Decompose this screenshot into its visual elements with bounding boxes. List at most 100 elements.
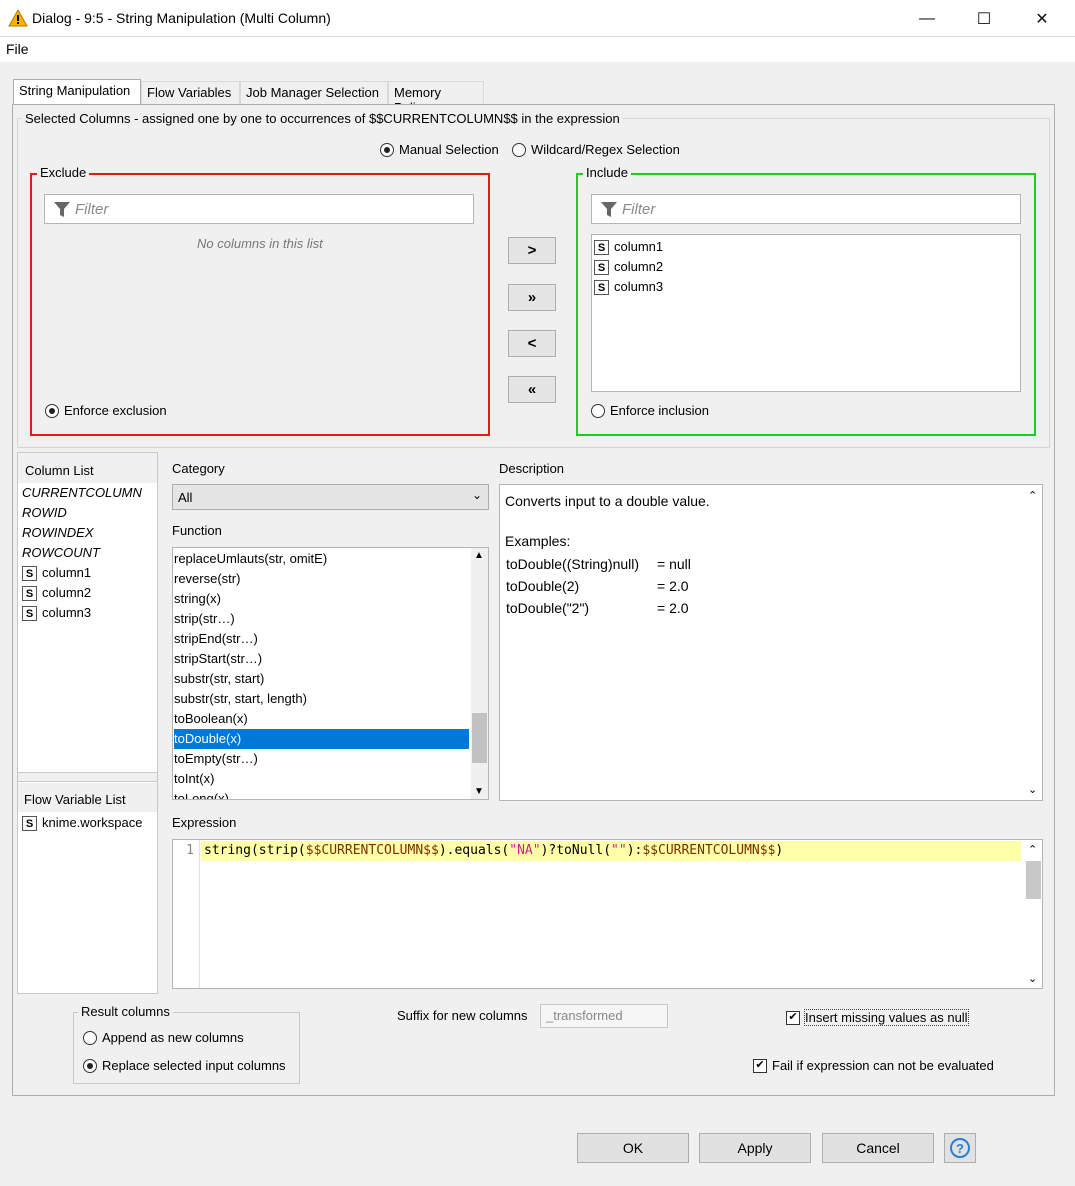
help-button[interactable]: ?: [944, 1133, 976, 1163]
exclude-empty-text: No columns in this list: [197, 236, 323, 251]
flow-variable-list[interactable]: Sknime.workspace: [22, 813, 157, 833]
enforce-exclusion-label: Enforce exclusion: [64, 403, 167, 418]
exclude-title: Exclude: [37, 165, 90, 180]
help-icon: ?: [950, 1138, 970, 1158]
list-item[interactable]: Scolumn3: [22, 603, 152, 623]
category-select[interactable]: All ⌄: [172, 484, 489, 510]
include-item-label: column2: [614, 259, 664, 274]
list-item[interactable]: stripStart(str…): [174, 649, 469, 669]
tab-memory-policy[interactable]: Memory Policy: [388, 81, 484, 115]
list-item[interactable]: string(x): [174, 589, 469, 609]
description-scrollbar[interactable]: ⌃ ⌄: [1025, 485, 1042, 800]
category-value: All: [178, 490, 193, 505]
replace-label: Replace selected input columns: [102, 1058, 286, 1073]
chevron-down-icon[interactable]: ⌄: [1028, 783, 1037, 796]
list-item-selected[interactable]: toDouble(x): [174, 729, 469, 749]
list-item[interactable]: ROWCOUNT: [22, 543, 152, 563]
suffix-label: Suffix for new columns: [397, 1008, 528, 1023]
column-list[interactable]: CURRENTCOLUMN ROWID ROWINDEX ROWCOUNT Sc…: [22, 483, 152, 623]
minimize-button[interactable]: —: [898, 0, 956, 37]
list-item[interactable]: Scolumn1: [594, 237, 1018, 257]
selected-columns-legend: Selected Columns - assigned one by one t…: [22, 111, 623, 126]
enforce-inclusion-radio[interactable]: Enforce inclusion: [591, 403, 709, 418]
list-item[interactable]: Sknime.workspace: [22, 813, 157, 833]
add-button[interactable]: >: [508, 237, 556, 264]
list-item[interactable]: strip(str…): [174, 609, 469, 629]
column-label: column3: [42, 605, 92, 620]
append-label: Append as new columns: [102, 1030, 244, 1045]
add-all-button[interactable]: »: [508, 284, 556, 311]
chevron-up-icon[interactable]: ⌃: [1028, 843, 1037, 856]
list-item[interactable]: ROWID: [22, 503, 152, 523]
column-label: column1: [42, 565, 92, 580]
expression-line[interactable]: string(strip($$CURRENTCOLUMN$$).equals("…: [201, 841, 1021, 861]
menu-file[interactable]: File: [6, 41, 29, 57]
remove-all-button[interactable]: «: [508, 376, 556, 403]
knime-warning-icon: [8, 9, 28, 27]
manual-selection-radio[interactable]: Manual Selection: [380, 142, 499, 157]
list-item[interactable]: replaceUmlauts(str, omitE): [174, 549, 469, 569]
scroll-up-icon[interactable]: ▲: [474, 550, 484, 561]
list-item[interactable]: substr(str, start, length): [174, 689, 469, 709]
remove-button[interactable]: <: [508, 330, 556, 357]
radio-on-icon: [83, 1058, 97, 1073]
enforce-inclusion-label: Enforce inclusion: [610, 403, 709, 418]
list-item[interactable]: toInt(x): [174, 769, 469, 789]
list-item[interactable]: substr(str, start): [174, 669, 469, 689]
chevron-up-icon[interactable]: ⌃: [1028, 489, 1037, 502]
include-list[interactable]: Scolumn1 Scolumn2 Scolumn3: [591, 234, 1021, 392]
list-item[interactable]: Scolumn1: [22, 563, 152, 583]
include-filter-input[interactable]: Filter: [591, 194, 1021, 224]
tab-string-manipulation[interactable]: String Manipulation: [13, 79, 141, 105]
string-type-icon: S: [594, 280, 609, 296]
title-bar: Dialog - 9:5 - String Manipulation (Mult…: [0, 0, 1075, 37]
list-item[interactable]: ROWINDEX: [22, 523, 152, 543]
fail-if-checkbox[interactable]: ✔ Fail if expression can not be evaluated: [753, 1058, 994, 1073]
maximize-button[interactable]: ☐: [955, 0, 1013, 37]
expression-scrollbar[interactable]: ⌃ ⌄: [1025, 840, 1042, 988]
fail-if-label: Fail if expression can not be evaluated: [772, 1058, 994, 1073]
replace-radio[interactable]: Replace selected input columns: [83, 1058, 286, 1073]
enforce-exclusion-radio[interactable]: Enforce exclusion: [45, 403, 167, 418]
line-gutter: 1: [173, 840, 200, 988]
result-columns-legend: Result columns: [78, 1004, 173, 1019]
scroll-down-icon[interactable]: ▼: [474, 786, 484, 797]
append-radio[interactable]: Append as new columns: [83, 1030, 244, 1045]
list-item[interactable]: CURRENTCOLUMN: [22, 483, 152, 503]
close-button[interactable]: ✕: [1013, 0, 1071, 37]
string-type-icon: S: [22, 606, 37, 622]
function-scrollbar[interactable]: ▲ ▼: [471, 548, 488, 799]
exclude-filter-input[interactable]: Filter: [44, 194, 474, 224]
suffix-input[interactable]: _transformed: [540, 1004, 668, 1028]
apply-button[interactable]: Apply: [699, 1133, 811, 1163]
list-item[interactable]: Scolumn2: [594, 257, 1018, 277]
list-item[interactable]: toLong(x): [174, 789, 469, 799]
wildcard-selection-radio[interactable]: Wildcard/Regex Selection: [512, 142, 680, 157]
string-type-icon: S: [594, 260, 609, 276]
expr-variable: $$CURRENTCOLUMN$$: [642, 843, 776, 858]
expr-token: ):: [626, 843, 643, 858]
tab-job-manager[interactable]: Job Manager Selection: [240, 81, 388, 104]
description-examples-title: Examples:: [505, 533, 571, 549]
scroll-thumb[interactable]: [472, 713, 487, 763]
tab-flow-variables[interactable]: Flow Variables: [141, 81, 240, 104]
list-item[interactable]: toEmpty(str…): [174, 749, 469, 769]
list-item[interactable]: Scolumn2: [22, 583, 152, 603]
list-item[interactable]: Scolumn3: [594, 277, 1018, 297]
expression-editor[interactable]: 1 string(strip($$CURRENTCOLUMN$$).equals…: [172, 839, 1043, 989]
function-list[interactable]: replaceUmlauts(str, omitE) reverse(str) …: [172, 547, 489, 800]
insert-missing-checkbox[interactable]: ✔ Insert missing values as null: [786, 1009, 969, 1026]
ok-button[interactable]: OK: [577, 1133, 689, 1163]
column-list-title: Column List: [25, 463, 94, 478]
scroll-thumb[interactable]: [1026, 861, 1041, 899]
list-item[interactable]: toBoolean(x): [174, 709, 469, 729]
chevron-down-icon[interactable]: ⌄: [1028, 972, 1037, 985]
splitter-handle[interactable]: [18, 772, 157, 782]
example-result: = 2.0: [657, 600, 689, 616]
filter-icon: [601, 202, 617, 217]
cancel-button[interactable]: Cancel: [822, 1133, 934, 1163]
exclude-filter-placeholder: Filter: [75, 201, 109, 218]
list-item[interactable]: reverse(str): [174, 569, 469, 589]
list-item[interactable]: stripEnd(str…): [174, 629, 469, 649]
radio-off-icon: [83, 1030, 97, 1045]
